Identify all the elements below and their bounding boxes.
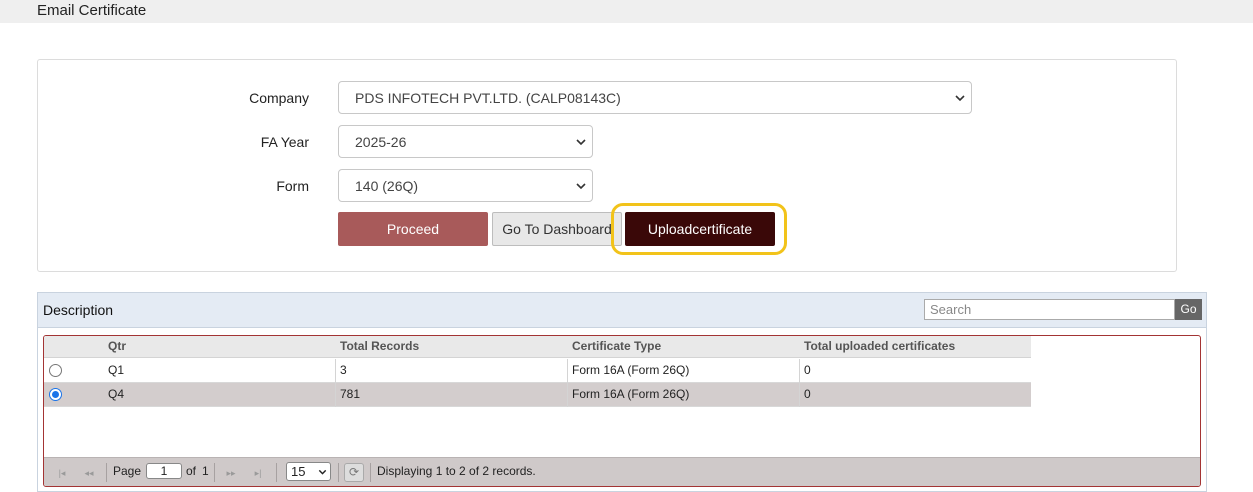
- company-value: PDS INFOTECH PVT.LTD. (CALP08143C): [355, 89, 621, 106]
- cell-uploaded: 0: [804, 387, 811, 401]
- company-select[interactable]: PDS INFOTECH PVT.LTD. (CALP08143C): [338, 81, 972, 114]
- search-go-button[interactable]: Go: [1175, 299, 1202, 320]
- table-header: Qtr Total Records Certificate Type Total…: [44, 336, 1031, 358]
- company-label: Company: [249, 90, 309, 106]
- column-header-qtr[interactable]: Qtr: [108, 339, 126, 353]
- page-label: Page: [113, 464, 142, 478]
- fa-year-select[interactable]: 2025-26: [338, 125, 593, 158]
- page-title: Email Certificate: [37, 2, 147, 19]
- page-number-input[interactable]: 1: [146, 463, 182, 479]
- description-grid: Description Search Go Qtr Total Records …: [37, 292, 1207, 492]
- grid-header: Description Search Go: [38, 293, 1206, 328]
- records-table: Qtr Total Records Certificate Type Total…: [43, 335, 1201, 487]
- go-to-dashboard-button[interactable]: Go To Dashboard: [492, 212, 622, 246]
- form-select[interactable]: 140 (26Q): [338, 169, 593, 202]
- fa-year-label: FA Year: [260, 134, 309, 150]
- search-input[interactable]: Search: [924, 299, 1175, 320]
- chevron-down-icon: [318, 469, 327, 475]
- chevron-down-icon: [576, 183, 586, 190]
- records-info: Displaying 1 to 2 of 2 records.: [377, 464, 536, 478]
- upload-certificate-button[interactable]: Uploadcertificate: [625, 212, 775, 246]
- chevron-down-icon: [955, 95, 965, 102]
- next-page-icon[interactable]: ▸▸: [221, 465, 241, 481]
- previous-page-icon[interactable]: ◂◂: [79, 465, 99, 481]
- page-size-value: 15: [291, 464, 306, 479]
- form-label: Form: [276, 178, 309, 194]
- cell-certificate-type: Form 16A (Form 26Q): [572, 363, 690, 377]
- cell-total-records: 781: [340, 387, 361, 401]
- total-pages: 1: [202, 464, 209, 478]
- row-radio[interactable]: [49, 364, 62, 377]
- refresh-icon[interactable]: ⟳: [344, 463, 364, 482]
- certificate-form: Company PDS INFOTECH PVT.LTD. (CALP08143…: [37, 59, 1177, 272]
- column-header-uploaded[interactable]: Total uploaded certificates: [804, 339, 955, 353]
- row-radio[interactable]: [49, 388, 62, 401]
- form-value: 140 (26Q): [355, 177, 419, 194]
- column-header-total-records[interactable]: Total Records: [340, 339, 419, 353]
- last-page-icon[interactable]: ▸|: [248, 465, 268, 481]
- of-label: of: [186, 464, 197, 478]
- fa-year-value: 2025-26: [355, 133, 407, 150]
- grid-caption: Description: [43, 302, 114, 318]
- cell-qtr: Q4: [108, 387, 125, 401]
- title-bar: Email Certificate: [0, 0, 1253, 23]
- table-row[interactable]: Q4 781 Form 16A (Form 26Q) 0: [44, 383, 1031, 407]
- table-row[interactable]: Q1 3 Form 16A (Form 26Q) 0: [44, 359, 1031, 383]
- cell-uploaded: 0: [804, 363, 811, 377]
- proceed-button[interactable]: Proceed: [338, 212, 488, 246]
- first-page-icon[interactable]: |◂: [52, 465, 72, 481]
- chevron-down-icon: [576, 139, 586, 146]
- pager: |◂ ◂◂ Page 1 of 1 ▸▸ ▸| 15 ⟳ Displaying …: [44, 457, 1200, 486]
- column-header-certificate-type[interactable]: Certificate Type: [572, 339, 661, 353]
- cell-total-records: 3: [340, 363, 347, 377]
- page-size-select[interactable]: 15: [286, 462, 331, 481]
- cell-certificate-type: Form 16A (Form 26Q): [572, 387, 690, 401]
- cell-qtr: Q1: [108, 363, 125, 377]
